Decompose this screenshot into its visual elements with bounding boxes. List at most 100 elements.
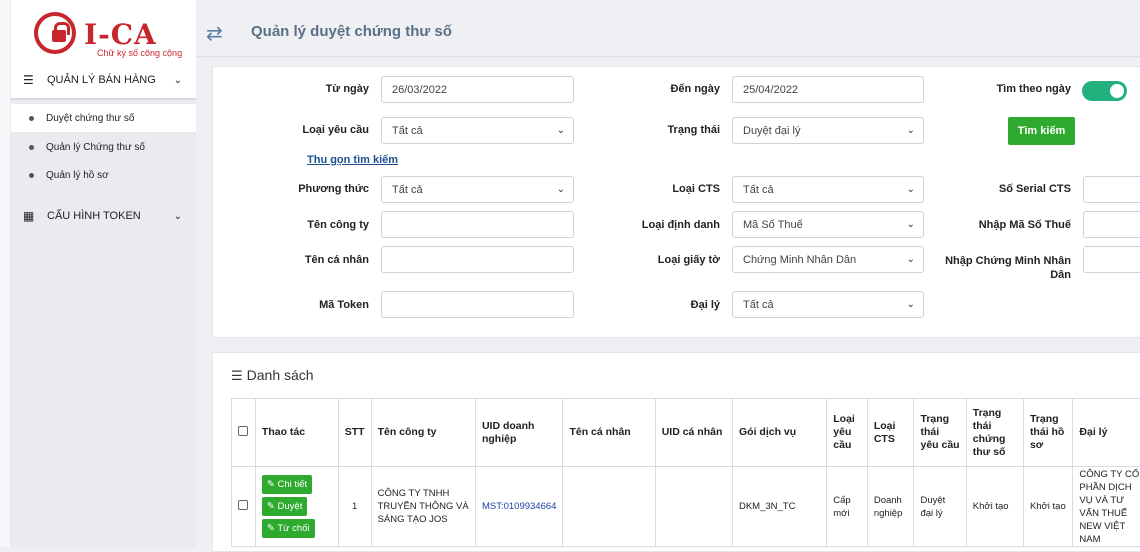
column-header: Trạng thái yêu cầu <box>914 399 966 467</box>
collapse-search-link[interactable]: Thu gọn tìm kiếm <box>307 154 398 166</box>
agent-label: Đại lý <box>613 299 720 311</box>
status-value: Duyệt đại lý <box>743 125 800 137</box>
by-date-toggle[interactable] <box>1082 81 1127 101</box>
id-number-label-line1: Nhập Chứng Minh Nhân <box>945 255 1071 267</box>
request-type-select[interactable]: Tất cả ⌄ <box>381 117 574 144</box>
table-row: ✎ Chi tiết ✎ Duyệt ✎ Từ chối 1 CÔNG TY T… <box>232 467 1140 547</box>
column-header: UID doanh nghiệp <box>475 399 562 467</box>
list-title-text: Danh sách <box>247 367 314 383</box>
table-header-row: Thao tác STT Tên công ty UID doanh nghiệ… <box>232 399 1140 467</box>
menu-group-sales[interactable]: ☰ QUẢN LÝ BÁN HÀNG ⌄ <box>11 62 196 100</box>
tax-code-input[interactable] <box>1083 211 1140 238</box>
id-type-value: Mã Số Thuế <box>743 219 803 231</box>
bullet-icon <box>29 173 34 178</box>
to-date-label: Đến ngày <box>613 83 720 95</box>
cts-type-value: Tất cả <box>743 184 774 196</box>
search-button[interactable]: Tìm kiếm <box>1008 117 1075 145</box>
page-title: Quản lý duyệt chứng thư số <box>251 23 452 40</box>
chevron-down-icon: ⌄ <box>907 254 915 265</box>
select-all-checkbox[interactable] <box>238 426 248 436</box>
column-header: Trạng thái hồ sơ <box>1023 399 1072 467</box>
column-header: Tên công ty <box>371 399 475 467</box>
row-select-cell <box>232 467 256 547</box>
column-header: Tên cá nhân <box>563 399 655 467</box>
agent-select[interactable]: Tất cả ⌄ <box>732 291 924 318</box>
bullet-icon <box>29 116 34 121</box>
token-code-label: Mã Token <box>273 299 369 311</box>
doc-type-select[interactable]: Chứng Minh Nhân Dân ⌄ <box>732 246 924 273</box>
serial-label: Số Serial CTS <box>953 183 1071 195</box>
doc-type-label: Loại giấy tờ <box>613 254 720 266</box>
row-uid-company[interactable]: MST:0109934664 <box>475 467 562 547</box>
request-type-value: Tất cả <box>392 125 423 137</box>
method-select[interactable]: Tất cả ⌄ <box>381 176 574 203</box>
row-stt: 1 <box>338 467 371 547</box>
agent-value: Tất cả <box>743 299 774 311</box>
token-code-input[interactable] <box>381 291 574 318</box>
row-actions: ✎ Chi tiết ✎ Duyệt ✎ Từ chối <box>255 467 338 547</box>
id-type-select[interactable]: Mã Số Thuế ⌄ <box>732 211 924 238</box>
sidebar-item-approve-cert[interactable]: Duyệt chứng thư số <box>11 104 196 132</box>
cts-type-label: Loại CTS <box>613 183 720 195</box>
chevron-down-icon: ⌄ <box>907 125 915 136</box>
list-title: ☰Danh sách <box>231 367 314 384</box>
chevron-down-icon: ⌄ <box>174 75 182 86</box>
by-date-label: Tìm theo ngày <box>953 83 1071 95</box>
to-date-input[interactable]: 25/04/2022 <box>732 76 924 103</box>
company-name-label: Tên công ty <box>273 219 369 231</box>
status-select[interactable]: Duyệt đại lý ⌄ <box>732 117 924 144</box>
sidebar-item-manage-cert[interactable]: Quản lý Chứng thư số <box>11 133 196 161</box>
list-icon: ☰ <box>23 73 37 87</box>
row-uid-person <box>655 467 732 547</box>
chevron-down-icon: ⌄ <box>907 299 915 310</box>
row-checkbox[interactable] <box>238 500 248 510</box>
row-person <box>563 467 655 547</box>
company-name-input[interactable] <box>381 211 574 238</box>
column-header: Gói dịch vụ <box>732 399 826 467</box>
sidebar-item-manage-files[interactable]: Quản lý hồ sơ <box>11 161 196 189</box>
header-select-all <box>232 399 256 467</box>
serial-input[interactable] <box>1083 176 1140 203</box>
column-header: UID cá nhân <box>655 399 732 467</box>
chevron-down-icon: ⌄ <box>907 219 915 230</box>
row-request-status: Duyệt đại lý <box>914 467 966 547</box>
cts-type-select[interactable]: Tất cả ⌄ <box>732 176 924 203</box>
row-cts-type: Doanh nghiệp <box>867 467 914 547</box>
column-header: Đại lý <box>1073 399 1140 467</box>
chevron-down-icon: ⌄ <box>174 211 182 222</box>
row-request-type: Cấp mới <box>827 467 868 547</box>
id-number-label: Nhập Chứng Minh Nhân Dân <box>933 254 1071 282</box>
doc-type-value: Chứng Minh Nhân Dân <box>743 254 856 266</box>
row-cert-status: Khởi tạo <box>966 467 1023 547</box>
person-name-input[interactable] <box>381 246 574 273</box>
row-agent: CÔNG TY CỔ PHẦN DỊCH VỤ VÀ TƯ VẤN THUẾ N… <box>1073 467 1140 547</box>
row-package: DKM_3N_TC <box>732 467 826 547</box>
header: ⇄ Quản lý duyệt chứng thư số <box>196 9 1140 57</box>
approve-button[interactable]: ✎ Duyệt <box>262 497 307 516</box>
id-number-input[interactable] <box>1083 246 1140 273</box>
detail-button[interactable]: ✎ Chi tiết <box>262 475 312 494</box>
menu-group-token-label: CẤU HÌNH TOKEN <box>47 210 141 222</box>
table-icon: ▦ <box>23 209 37 223</box>
row-company: CÔNG TY TNHH TRUYỀN THÔNG VÀ SÁNG TẠO JO… <box>371 467 475 547</box>
chevron-down-icon: ⌄ <box>907 184 915 195</box>
request-type-label: Loại yêu cầu <box>273 124 369 136</box>
method-value: Tất cả <box>392 184 423 196</box>
status-label: Trạng thái <box>613 124 720 136</box>
person-name-label: Tên cá nhân <box>273 254 369 266</box>
from-date-input[interactable]: 26/03/2022 <box>381 76 574 103</box>
results-table: Thao tác STT Tên công ty UID doanh nghiệ… <box>231 398 1140 547</box>
reject-button[interactable]: ✎ Từ chối <box>262 519 315 538</box>
chevron-down-icon: ⌄ <box>557 184 565 195</box>
id-type-label: Loại định danh <box>613 219 720 231</box>
chevron-down-icon: ⌄ <box>557 125 565 136</box>
tax-code-label: Nhập Mã Số Thuế <box>953 219 1071 231</box>
logo[interactable]: I-CA Chữ ký số công cộng <box>11 0 196 62</box>
column-header: Loại yêu cầu <box>827 399 868 467</box>
toggle-menu-icon[interactable]: ⇄ <box>206 21 223 46</box>
logo-text: I-CA <box>84 18 157 51</box>
menu-group-sales-label: QUẢN LÝ BÁN HÀNG <box>47 74 156 86</box>
id-number-label-line2: Dân <box>1050 269 1071 281</box>
menu-group-token-config[interactable]: ▦ CẤU HÌNH TOKEN ⌄ <box>11 197 196 235</box>
column-header: STT <box>338 399 371 467</box>
